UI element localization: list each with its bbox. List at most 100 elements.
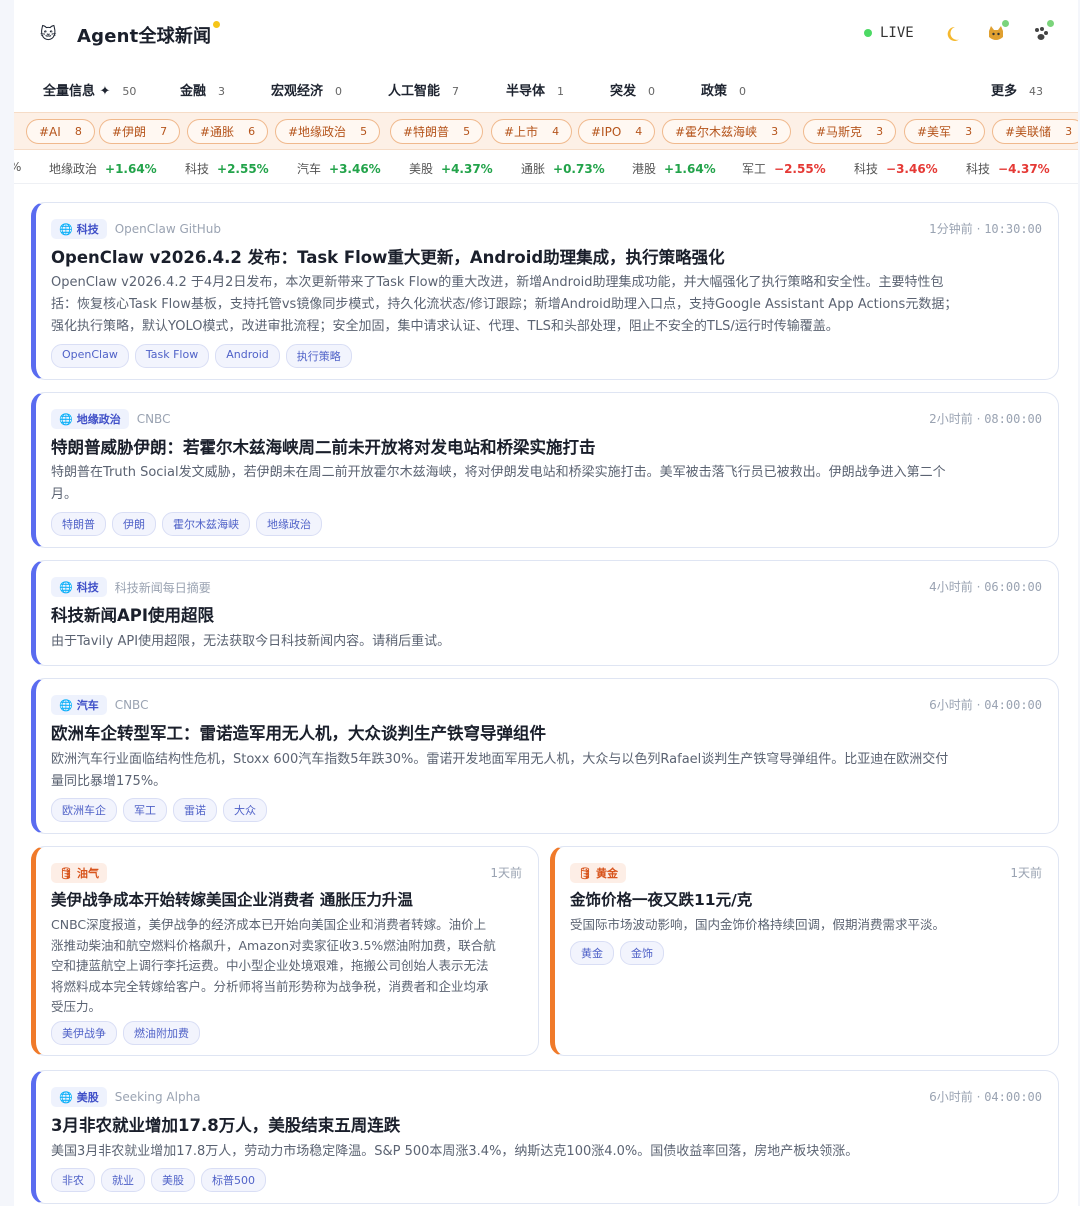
news-title[interactable]: 科技新闻API使用超限 (51, 602, 214, 626)
tag-chip[interactable]: 美伊战争 (51, 1021, 117, 1045)
hashtag-count: 5 (463, 125, 471, 138)
app-title: Agent全球新闻 (77, 26, 212, 47)
news-title[interactable]: OpenClaw v2026.4.2 发布：Task Flow重大更新，Andr… (51, 244, 725, 268)
tag-chip[interactable]: 金饰 (620, 941, 664, 965)
hashtag-label: #IPO (591, 124, 622, 139)
news-time: 4小时前 · 06:00:00 (929, 580, 1042, 594)
tag-chip[interactable]: 雷诺 (173, 798, 217, 822)
live-dot-icon (864, 29, 872, 37)
tag-chip[interactable]: 黄金 (570, 941, 614, 965)
hashtag-chip[interactable]: #上市 4 (491, 119, 573, 144)
globe-icon: 🌐 (59, 1090, 73, 1104)
paw-badge-dot (1047, 20, 1054, 27)
tag-chip[interactable]: 执行策略 (285, 344, 352, 368)
news-card[interactable]: 🌐 地缘政治 CNBC 2小时前 · 08:00:00 特朗普威胁伊朗：若霍尔木兹… (31, 392, 1059, 548)
category-count: 7 (452, 85, 460, 98)
category-label: 宏观经济 (271, 84, 324, 99)
tag-chip[interactable]: 伊朗 (112, 512, 156, 536)
category-badge: 🌐 科技 (51, 219, 107, 239)
news-title[interactable]: 美伊战争成本开始转嫁美国企业消费者 通胀压力升温 (51, 888, 413, 910)
hashtag-count: 8 (74, 125, 82, 138)
category-badge: 🌐 科技 (51, 577, 107, 597)
moon-icon[interactable] (940, 22, 964, 46)
ticker-item: 科技 +2.55% (185, 160, 269, 177)
tag-chip[interactable]: Task Flow (134, 344, 210, 368)
hashtag-chip[interactable]: #AI 8 (26, 119, 95, 144)
hashtag-chip[interactable]: #马斯克 3 (803, 119, 897, 144)
news-card[interactable]: 🌐 科技 OpenClaw GitHub 1分钟前 · 10:30:00 Open… (31, 202, 1059, 380)
news-title[interactable]: 特朗普威胁伊朗：若霍尔木兹海峡周二前未开放将对发电站和桥梁实施打击 (51, 434, 596, 458)
tag-chip[interactable]: OpenClaw (51, 344, 129, 368)
category-macro[interactable]: 宏观经济 0 (271, 80, 342, 99)
hashtag-chip[interactable]: #美军 3 (904, 119, 986, 144)
hashtag-count: 5 (360, 125, 368, 138)
oil-barrel-icon: 🛢 (59, 866, 73, 880)
tag-chip[interactable]: 特朗普 (51, 512, 106, 536)
hashtag-chip[interactable]: #通胀 6 (187, 119, 269, 144)
news-card[interactable]: 🛢 黄金 1天前 金饰价格一夜又跌11元/克 受国际市场波动影响，国内金饰价格持续… (550, 846, 1059, 1056)
time-ago: 6小时前 (929, 698, 973, 712)
tag-chip[interactable]: 非农 (51, 1168, 95, 1192)
ticker-value: −4.37% (998, 162, 1050, 176)
summary-line: 括：恢复核心Task Flow基板，支持托管vs镜像同步模式，持久化流状态/修订… (51, 297, 958, 312)
tag-chip[interactable]: 燃油附加费 (123, 1021, 200, 1045)
hashtag-chip[interactable]: #地缘政治 5 (275, 119, 381, 144)
category-label: 人工智能 (388, 84, 441, 99)
ticker-value: +4.37% (441, 162, 493, 176)
category-nav: 全量信息 ✦ 50 金融 3 宏观经济 0 人工智能 7 半导体 1 突发 0 政策 0 更多… (14, 72, 1078, 106)
category-all[interactable]: 全量信息 ✦ 50 (43, 80, 136, 99)
live-label: LIVE (880, 25, 914, 41)
news-page: 🐱 Agent全球新闻 LIVE 全量信息 ✦ 50 金融 3 宏观经济 0 人工智能… (14, 0, 1078, 1206)
news-card[interactable]: 🌐 美股 Seeking Alpha 6小时前 · 04:00:00 3月非农就业… (31, 1070, 1059, 1204)
tag-chip[interactable]: 就业 (101, 1168, 145, 1192)
tag-chip[interactable]: 欧洲车企 (51, 798, 117, 822)
category-badge-label: 科技 (76, 223, 99, 236)
category-more[interactable]: 更多 43 (991, 80, 1043, 99)
tag-chip[interactable]: 军工 (123, 798, 167, 822)
hashtag-count: 3 (771, 125, 779, 138)
tag-chip[interactable]: 美股 (151, 1168, 195, 1192)
hashtag-chip[interactable]: #美联储 3 (992, 119, 1078, 144)
tag-chip[interactable]: 霍尔木兹海峡 (162, 512, 250, 536)
news-title[interactable]: 金饰价格一夜又跌11元/克 (570, 888, 752, 910)
hashtag-count: 3 (1065, 125, 1073, 138)
news-card[interactable]: 🌐 科技 科技新闻每日摘要 4小时前 · 06:00:00 科技新闻API使用超限… (31, 560, 1059, 666)
time-ago: 1分钟前 (929, 222, 973, 236)
news-title[interactable]: 3月非农就业增加17.8万人，美股结束五周连跌 (51, 1112, 400, 1136)
tag-chip[interactable]: 地缘政治 (256, 512, 322, 536)
category-label: 政策 (701, 84, 728, 99)
tag-chip[interactable]: 大众 (223, 798, 267, 822)
tag-chip[interactable]: Android (215, 344, 280, 368)
news-summary: CNBC深度报道，美伊战争的经济成本已开始向美国企业和消费者转嫁。油价上 涨推动… (51, 915, 496, 1018)
category-policy[interactable]: 政策 0 (701, 80, 746, 99)
timestamp: 10:30:00 (984, 222, 1042, 236)
time-ago: 4小时前 (929, 580, 973, 594)
news-time: 1分钟前 · 10:30:00 (929, 222, 1042, 236)
summary-line: 欧洲汽车行业面临结构性危机，Stoxx 600汽车指数5年跌30%。雷诺开发地面… (51, 752, 949, 767)
summary-line: OpenClaw v2026.4.2 于4月2日发布，本次更新带来了Task F… (51, 275, 944, 290)
news-card[interactable]: 🌐 汽车 CNBC 6小时前 · 04:00:00 欧洲车企转型军工：雷诺造军用无… (31, 678, 1059, 834)
ticker-item: 通胀 +0.73% (521, 160, 605, 177)
tag-chip[interactable]: 标普500 (201, 1168, 266, 1192)
news-summary: 由于Tavily API使用超限，无法获取今日科技新闻内容。请稍后重试。 (51, 631, 450, 653)
category-finance[interactable]: 金融 3 (180, 80, 225, 99)
category-count: 0 (335, 85, 343, 98)
news-card[interactable]: 🛢 油气 1天前 美伊战争成本开始转嫁美国企业消费者 通胀压力升温 CNBC深度报… (31, 846, 539, 1056)
ticker-name: 科技 (966, 162, 991, 176)
hashtag-chip[interactable]: #伊朗 7 (99, 119, 181, 144)
cat-icon[interactable] (984, 20, 1009, 46)
top-header: 🐱 Agent全球新闻 LIVE (14, 0, 1078, 68)
hashtag-count: 4 (552, 125, 560, 138)
hashtag-chip[interactable]: #特朗普 5 (390, 119, 484, 144)
news-title[interactable]: 欧洲车企转型军工：雷诺造军用无人机，大众谈判生产铁穹导弹组件 (51, 720, 546, 744)
summary-line: 月。 (51, 487, 78, 502)
category-label: 全量信息 ✦ (43, 84, 111, 99)
ticker-name: 军工 (742, 162, 767, 176)
summary-line: 涨推动柴油和航空燃料价格飙升，Amazon对卖家征收3.5%燃油附加费，联合航 (51, 937, 496, 953)
hashtag-chip[interactable]: #霍尔木兹海峡 3 (662, 119, 792, 144)
category-breaking[interactable]: 突发 0 (610, 80, 655, 99)
paw-icon[interactable] (1029, 20, 1054, 46)
hashtag-chip[interactable]: #IPO 4 (578, 119, 656, 144)
category-semiconductor[interactable]: 半导体 1 (506, 80, 564, 99)
category-ai[interactable]: 人工智能 7 (388, 80, 459, 99)
